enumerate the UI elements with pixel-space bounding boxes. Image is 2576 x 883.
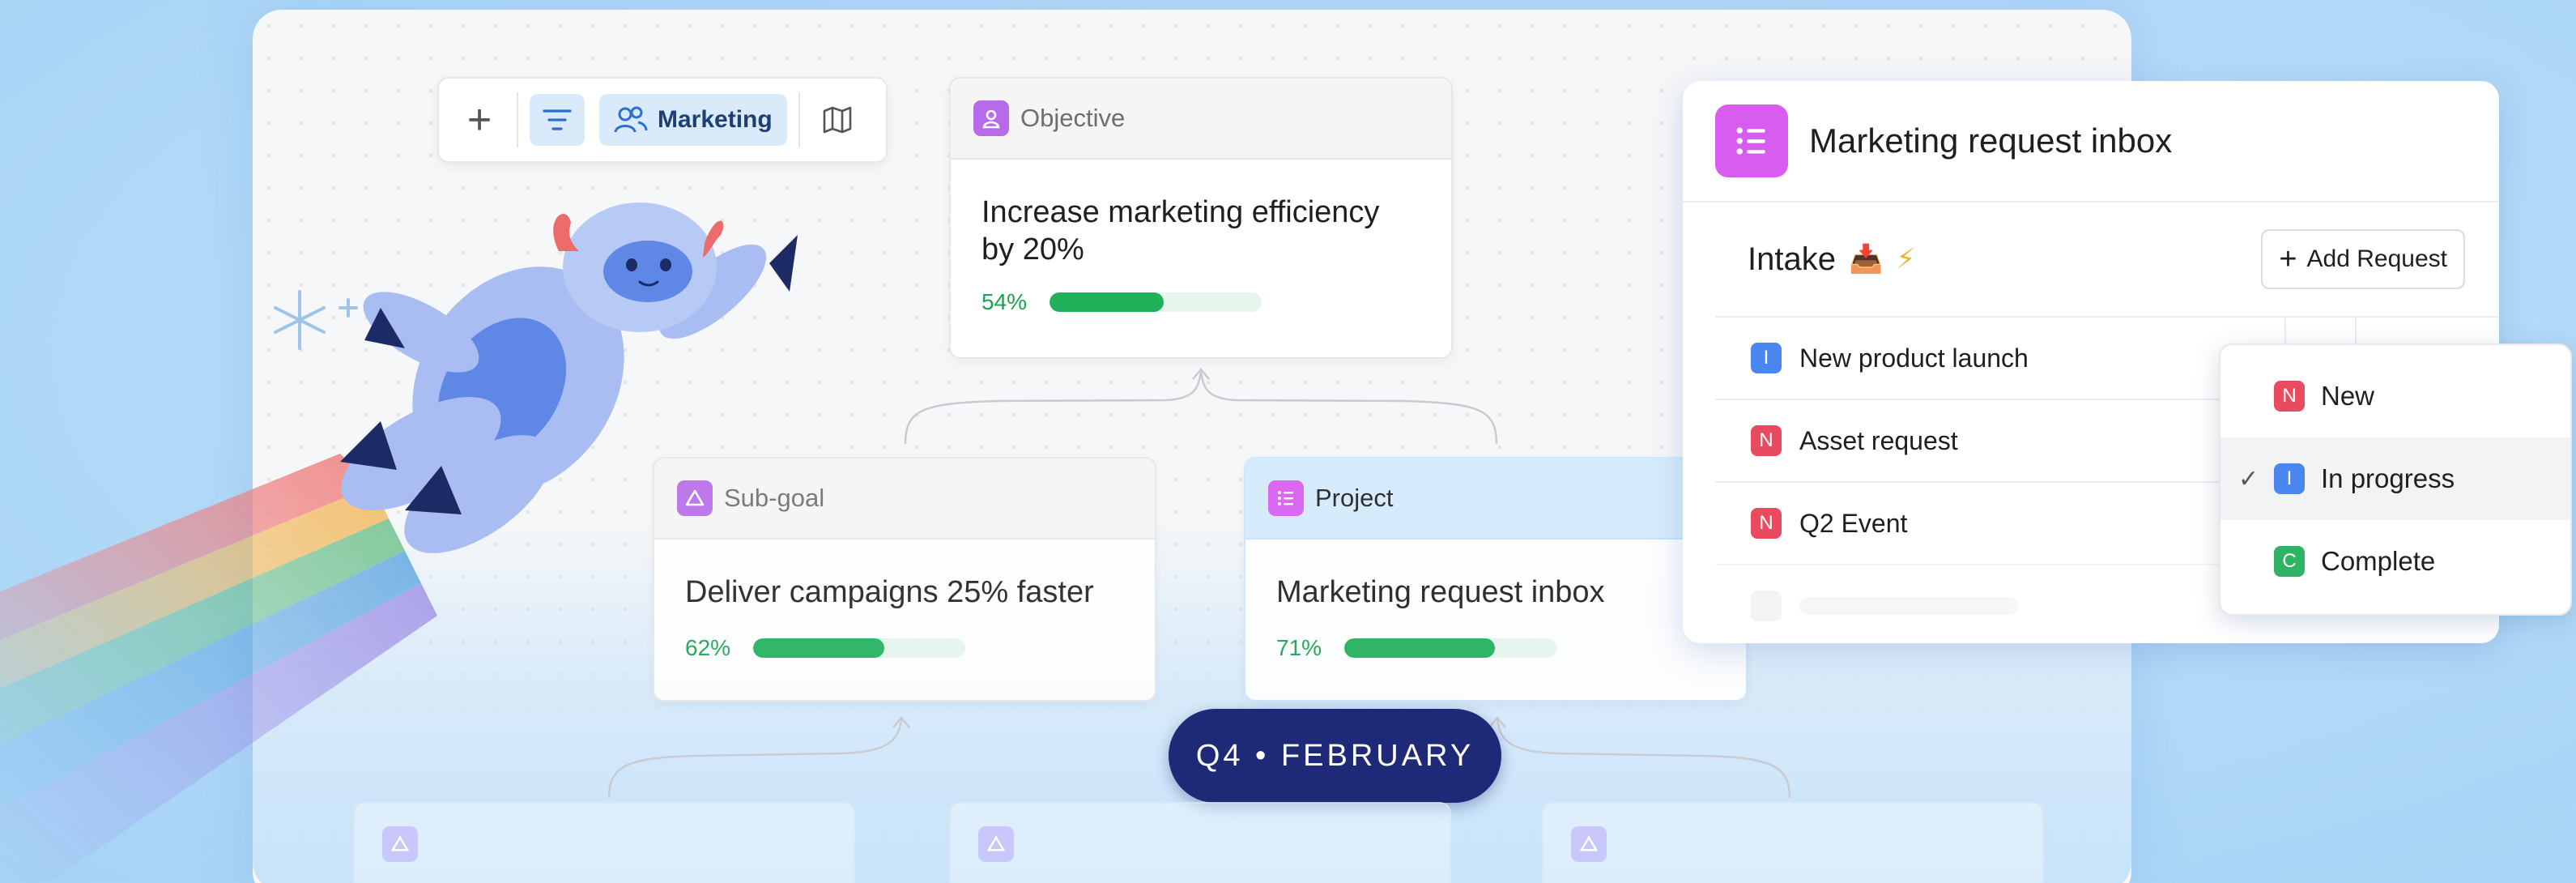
map-icon xyxy=(823,106,852,134)
status-option-label: In progress xyxy=(2321,463,2455,493)
status-option-in-progress[interactable]: ✓ I In progress xyxy=(2220,437,2570,520)
placeholder-card xyxy=(1542,802,2044,883)
request-name: Asset request xyxy=(1799,425,1958,455)
status-dropdown-menu: N New ✓ I In progress C Complete xyxy=(2219,343,2572,616)
project-card[interactable]: Project Marketing request inbox 71% xyxy=(1244,457,1748,702)
project-icon xyxy=(1268,480,1304,516)
lightning-icon: ⚡ xyxy=(1896,244,1916,275)
project-card-header: Project xyxy=(1245,459,1746,540)
filter-icon xyxy=(543,109,572,130)
inbox-header: Marketing request inbox xyxy=(1683,81,2499,203)
subgoal-icon xyxy=(978,826,1014,862)
add-button[interactable]: + xyxy=(453,94,505,146)
add-request-label: Add Request xyxy=(2306,245,2447,272)
status-badge: C xyxy=(2274,546,2305,577)
canvas-toolbar: + Marketing xyxy=(437,77,888,163)
status-option-new[interactable]: N New xyxy=(2220,355,2570,437)
status-badge: I xyxy=(2274,463,2305,494)
objective-progress-bar xyxy=(1050,292,1262,312)
plus-icon: + xyxy=(2279,242,2297,276)
filter-button[interactable] xyxy=(530,94,585,146)
list-icon xyxy=(1715,105,1788,177)
request-name: Q2 Event xyxy=(1799,508,1908,538)
objective-title: Increase marketing efficiency by 20% xyxy=(981,195,1380,267)
status-option-label: New xyxy=(2321,381,2375,411)
status-badge[interactable]: N xyxy=(1751,425,1782,456)
inbox-title: Marketing request inbox xyxy=(1809,122,2173,160)
check-icon: ✓ xyxy=(2238,465,2259,493)
objective-card-header: Objective xyxy=(951,79,1451,160)
objective-card-type: Objective xyxy=(1020,104,1126,132)
placeholder-card xyxy=(949,802,1451,883)
project-card-type: Project xyxy=(1315,484,1394,512)
team-label: Marketing xyxy=(658,106,773,133)
project-progress-label: 71% xyxy=(1276,635,1322,660)
yeti-mascot-illustration xyxy=(0,203,798,883)
objective-card[interactable]: Objective Increase marketing efficiency … xyxy=(949,77,1453,359)
request-name: New product launch xyxy=(1799,343,2029,373)
team-icon xyxy=(614,106,648,133)
inbox-tray-icon: 📥 xyxy=(1848,244,1884,275)
intake-section-header: Intake 📥 ⚡ + Add Request xyxy=(1683,203,2499,316)
project-progress-bar xyxy=(1344,638,1556,658)
objective-icon xyxy=(973,100,1009,136)
section-title: Intake xyxy=(1748,241,1836,277)
status-badge[interactable]: I xyxy=(1751,343,1782,373)
team-filter-chip[interactable]: Marketing xyxy=(599,94,787,146)
status-badge[interactable]: N xyxy=(1751,508,1782,539)
objective-progress-label: 54% xyxy=(981,289,1028,314)
project-title: Marketing request inbox xyxy=(1276,575,1605,609)
subgoal-icon xyxy=(1571,826,1607,862)
map-view-button[interactable] xyxy=(811,94,863,146)
status-option-label: Complete xyxy=(2321,546,2436,576)
status-badge: N xyxy=(2274,381,2305,412)
status-option-complete[interactable]: C Complete xyxy=(2220,520,2570,603)
timeline-date-pill: Q4 • FEBRUARY xyxy=(1169,709,1501,803)
add-request-button[interactable]: + Add Request xyxy=(2261,229,2465,289)
